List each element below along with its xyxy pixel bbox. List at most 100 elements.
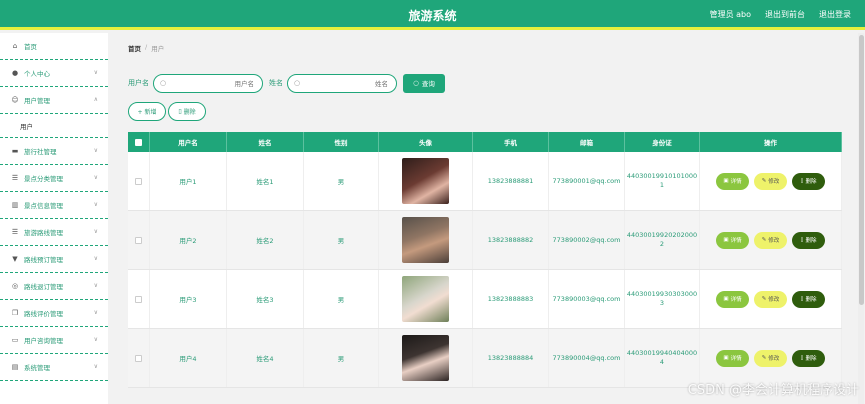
col-email: 邮箱 [549, 132, 625, 152]
copy-icon: ❐ [11, 309, 19, 317]
logout-link[interactable]: 退出登录 [819, 9, 851, 20]
delete-label: 删除 [805, 297, 817, 303]
cell-phone: 13823888881 [473, 152, 549, 210]
cell-phone: 13823888883 [473, 270, 549, 328]
sidebar-item-label: 系统管理 [24, 364, 50, 372]
edit-button[interactable]: ✎ 修改 [754, 349, 787, 367]
name-input[interactable] [302, 77, 388, 90]
sidebar-item-route-booking[interactable]: ▼ 路线预订管理 ∨ [0, 246, 108, 273]
sidebar-item-route-review[interactable]: ❐ 路线评价管理 ∨ [0, 300, 108, 327]
detail-icon: ▣ [723, 355, 729, 361]
detail-button[interactable]: ▣ 详情 [716, 231, 749, 249]
cell-idcard: 440300199101010001 [625, 152, 700, 210]
detail-button[interactable]: ▣ 详情 [716, 290, 749, 308]
edit-button[interactable]: ✎ 修改 [754, 290, 787, 308]
scrollbar-thumb[interactable] [859, 35, 864, 305]
sidebar-item-label: 路线预订管理 [24, 256, 63, 264]
exit-to-front-link[interactable]: 退出到前台 [765, 9, 805, 20]
delete-label: 删除 [805, 356, 817, 362]
sidebar-item-user-management[interactable]: ☺ 用户管理 ∧ [0, 87, 108, 114]
sidebar-item-travel-agency[interactable]: ▬ 旅行社管理 ∨ [0, 138, 108, 165]
chevron-up-icon: ∧ [93, 96, 98, 103]
edit-icon: ✎ [761, 355, 767, 361]
delete-button[interactable]: ▯ 删除 [792, 172, 825, 190]
chevron-down-icon: ∨ [93, 309, 98, 316]
cell-gender: 男 [304, 270, 379, 328]
batch-delete-button[interactable]: ▯ 删除 [168, 102, 206, 121]
chevron-down-icon: ∨ [93, 363, 98, 370]
add-button-label: + 新增 [137, 109, 157, 116]
delete-button[interactable]: ▯ 删除 [792, 290, 825, 308]
row-checkbox[interactable] [135, 295, 142, 303]
sidebar-item-system[interactable]: ▤ 系统管理 ∨ [0, 354, 108, 381]
sidebar-subitem-users[interactable]: 用户 [0, 114, 108, 138]
query-button[interactable]: ○ 查询 [403, 73, 445, 93]
table-header: 用户名 姓名 性别 头像 手机 邮箱 身份证 操作 [128, 132, 842, 152]
edit-icon: ✎ [761, 178, 767, 184]
select-all-cell [128, 132, 150, 152]
edit-button[interactable]: ✎ 修改 [754, 231, 787, 249]
chevron-down-icon: ∨ [93, 201, 98, 208]
user-icon: ☺ [11, 96, 19, 104]
user-table: 用户名 姓名 性别 头像 手机 邮箱 身份证 操作 用户1 姓名1 男 1382… [128, 132, 842, 388]
avatar [402, 217, 449, 263]
cup-icon: ▼ [12, 255, 18, 263]
chevron-down-icon: ∨ [93, 255, 98, 262]
edit-button[interactable]: ✎ 修改 [754, 172, 787, 190]
cell-gender: 男 [304, 152, 379, 210]
chevron-down-icon: ∨ [93, 174, 98, 181]
sidebar-item-route-cancel[interactable]: ◎ 路线退订管理 ∨ [0, 273, 108, 300]
trash-icon: ▯ [800, 296, 804, 302]
sidebar-item-user-consult[interactable]: ▭ 用户咨询管理 ∨ [0, 327, 108, 354]
delete-button[interactable]: ▯ 删除 [792, 349, 825, 367]
search-icon: ○ [294, 78, 301, 87]
sidebar-item-scenic-info[interactable]: ▥ 景点信息管理 ∨ [0, 192, 108, 219]
list-icon: ☰ [11, 228, 19, 236]
cell-avatar [379, 270, 473, 328]
table-row: 用户3 姓名3 男 13823888883 773890003@qq.com 4… [128, 270, 842, 329]
sidebar-item-home[interactable]: ⌂ 首页 [0, 33, 108, 60]
detail-button[interactable]: ▣ 详情 [716, 172, 749, 190]
row-checkbox[interactable] [135, 354, 142, 362]
trash-icon: ▯ [800, 237, 804, 243]
name-search-box: ○ [287, 73, 397, 93]
main-content: 首页 / 用户 用户名 ○ 姓名 ○ ○ 查询 + 新增 ▯ 删除 用户名 [118, 33, 865, 404]
delete-button[interactable]: ▯ 删除 [792, 231, 825, 249]
row-checkbox[interactable] [135, 236, 142, 244]
watermark: CSDN @李会计算机程序设计 [687, 383, 859, 398]
breadcrumb-home[interactable]: 首页 [128, 43, 141, 53]
detail-label: 详情 [730, 356, 742, 362]
username-input[interactable] [168, 77, 254, 90]
sidebar-item-travel-route[interactable]: ☰ 旅游路线管理 ∨ [0, 219, 108, 246]
sidebar-item-label: 旅行社管理 [24, 148, 57, 156]
cell-name: 姓名2 [227, 211, 304, 269]
cell-username: 用户1 [150, 152, 227, 210]
sidebar-item-label: 用户咨询管理 [24, 337, 63, 345]
col-username: 用户名 [150, 132, 227, 152]
col-gender: 性别 [304, 132, 379, 152]
detail-label: 详情 [730, 179, 742, 185]
chart-icon: ▥ [11, 201, 19, 209]
sidebar-item-label: 路线评价管理 [24, 310, 63, 318]
cell-username: 用户2 [150, 211, 227, 269]
username-label: 用户名 [128, 79, 149, 87]
sidebar-item-personal-center[interactable]: ● 个人中心 ∨ [0, 60, 108, 87]
sidebar-item-scenic-category[interactable]: ☰ 景点分类管理 ∨ [0, 165, 108, 192]
detail-button[interactable]: ▣ 详情 [716, 349, 749, 367]
add-button[interactable]: + 新增 [128, 102, 166, 121]
table-row: 用户2 姓名2 男 13823888882 773890002@qq.com 4… [128, 211, 842, 270]
dashboard-icon: ◎ [11, 282, 19, 290]
search-bar: 用户名 ○ 姓名 ○ ○ 查询 [128, 73, 445, 93]
search-icon: ○ [160, 78, 167, 87]
username-search-box: ○ [153, 73, 263, 93]
sidebar-item-label: 用户管理 [24, 97, 50, 105]
row-select-cell [128, 152, 150, 210]
detail-icon: ▣ [723, 296, 729, 302]
sidebar-item-label: 景点信息管理 [24, 202, 63, 210]
select-all-checkbox[interactable] [135, 138, 142, 146]
action-bar: + 新增 ▯ 删除 [128, 102, 206, 121]
row-checkbox[interactable] [135, 177, 142, 185]
cell-email: 773890003@qq.com [549, 270, 625, 328]
query-button-label: 查询 [421, 80, 435, 88]
cell-name: 姓名3 [227, 270, 304, 328]
